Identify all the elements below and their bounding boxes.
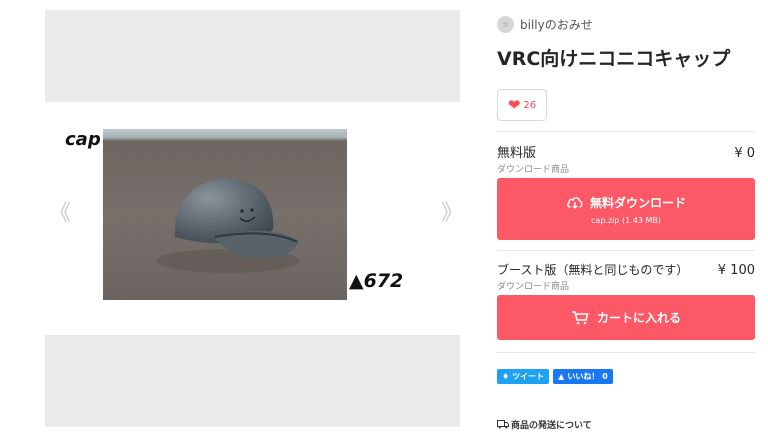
variant-name: 無料版 [497, 146, 537, 161]
variant-free: 無料版 ダウンロード商品 ¥ 0 [497, 142, 755, 175]
shipping-label: 商品の発送について [511, 421, 592, 431]
twitter-bird-icon: ♦ [502, 372, 510, 381]
image-gallery: 《 cap ▲672 》 [45, 10, 463, 430]
divider [497, 250, 755, 251]
facebook-like-label: いいね！ 0 [567, 372, 608, 381]
product-info-panel: ☆ billyのおみせ VRC向けニコニコキャップ ❤ 26 無料版 ダウンロー… [497, 10, 755, 431]
tweet-button[interactable]: ♦ ツイート [497, 369, 550, 384]
tweet-label: ツイート [512, 372, 545, 381]
shop-name[interactable]: billyのおみせ [520, 16, 593, 33]
variant-type: ダウンロード商品 [497, 165, 570, 175]
variant-type: ダウンロード商品 [497, 282, 570, 292]
divider [497, 131, 755, 132]
heart-icon: ❤ [507, 95, 521, 114]
truck-icon [497, 420, 509, 429]
add-to-cart-label: カートに入れる [596, 311, 681, 325]
prev-image-arrow[interactable]: 《 [49, 203, 71, 225]
variant-boost: ブースト版（無料と同じものです） ダウンロード商品 ¥ 100 [497, 261, 755, 292]
facebook-like-button[interactable]: ▲ いいね！ 0 [553, 369, 613, 384]
image-overlay-cap-text: cap [65, 129, 101, 150]
divider [497, 352, 755, 353]
shipping-info[interactable]: 商品の発送について [497, 418, 755, 431]
thumbs-up-icon: ▲ [558, 372, 565, 381]
variant-price: ¥ 100 [717, 263, 755, 278]
cart-icon [571, 311, 589, 325]
variant-price: ¥ 0 [734, 146, 755, 161]
like-count: 26 [523, 99, 537, 111]
gallery-placeholder-bottom [45, 335, 460, 427]
next-image-arrow[interactable]: 》 [441, 203, 463, 225]
shop-avatar-icon: ☆ [497, 15, 514, 33]
variant-name: ブースト版（無料と同じものです） [497, 263, 689, 277]
cloud-download-icon [567, 197, 583, 209]
social-buttons: ♦ ツイート ▲ いいね！ 0 [497, 369, 755, 384]
cap-render-photo[interactable] [103, 129, 347, 300]
download-file-info: cap.zip (1.43 MB) [591, 215, 661, 225]
free-download-button[interactable]: 無料ダウンロード cap.zip (1.43 MB) [497, 178, 755, 240]
like-button[interactable]: ❤ 26 [497, 89, 547, 121]
add-to-cart-button[interactable]: カートに入れる [497, 295, 755, 340]
gallery-placeholder-top [45, 10, 460, 102]
image-overlay-count-text: ▲672 [349, 270, 404, 292]
main-product-image: 《 cap ▲672 》 [45, 125, 463, 303]
cap-illustration [103, 141, 347, 300]
product-title: VRC向けニコニコキャップ [497, 48, 731, 70]
free-download-label: 無料ダウンロード [589, 195, 686, 210]
shop-link[interactable]: ☆ billyのおみせ [497, 10, 755, 38]
